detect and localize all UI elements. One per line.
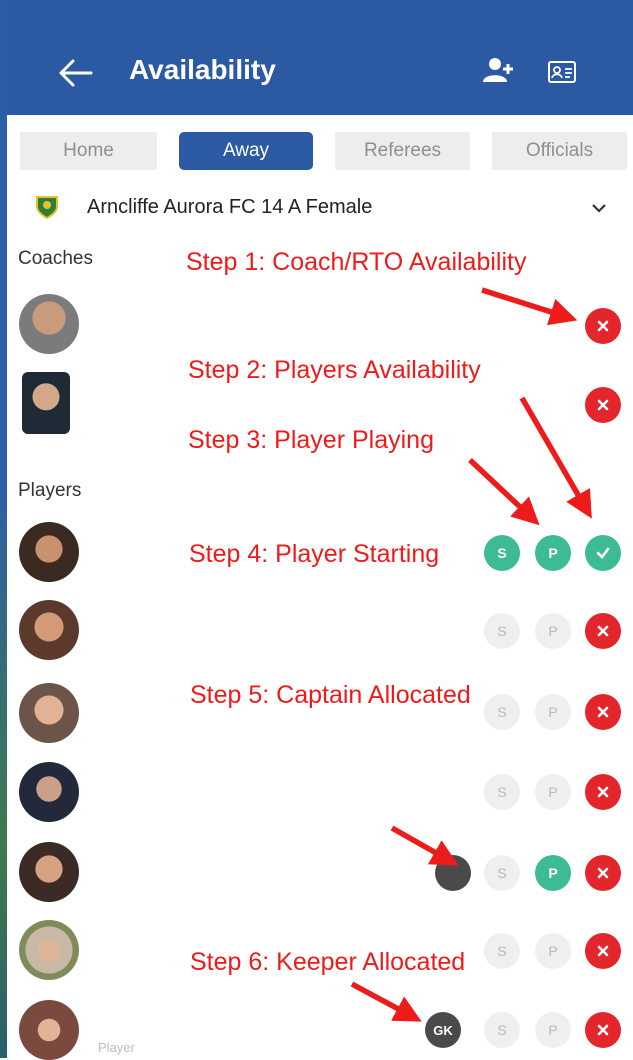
add-person-icon[interactable] (483, 56, 515, 86)
playing-button[interactable]: P (535, 855, 571, 891)
annotation-step-5: Step 5: Captain Allocated (190, 681, 471, 709)
avatar (19, 1000, 79, 1060)
unavailable-button[interactable] (585, 855, 621, 891)
arrow-step-2 (519, 396, 592, 519)
coach-unavailable-button[interactable] (585, 308, 621, 344)
keeper-badge[interactable]: GK (425, 1012, 461, 1048)
starting-button[interactable]: S (484, 855, 520, 891)
annotation-step-3: Step 3: Player Playing (188, 426, 434, 454)
tab-officials[interactable]: Officials (492, 132, 627, 170)
coach-unavailable-button[interactable] (585, 387, 621, 423)
avatar (19, 762, 79, 822)
avatar (19, 522, 79, 582)
tab-bar: Home Away Referees Officials (7, 115, 633, 185)
starting-button[interactable]: S (484, 933, 520, 969)
avatar (19, 683, 79, 743)
avatar (19, 294, 79, 354)
captain-badge[interactable] (435, 855, 471, 891)
starting-button[interactable]: S (484, 694, 520, 730)
playing-button[interactable]: P (535, 933, 571, 969)
arrow-step-1 (481, 287, 578, 326)
arrow-step-3 (468, 457, 540, 526)
tab-referees[interactable]: Referees (335, 132, 470, 170)
playing-button[interactable]: P (535, 613, 571, 649)
left-edge-strip (0, 0, 7, 1058)
playing-button[interactable]: P (535, 1012, 571, 1048)
annotation-step-2: Step 2: Players Availability (188, 356, 481, 384)
tab-home[interactable]: Home (20, 132, 157, 170)
available-button[interactable] (585, 535, 621, 571)
playing-button[interactable]: P (535, 535, 571, 571)
id-card-icon[interactable] (547, 58, 577, 86)
annotation-step-1: Step 1: Coach/RTO Availability (186, 248, 527, 276)
unavailable-button[interactable] (585, 933, 621, 969)
player-role-label: Player (98, 1040, 135, 1055)
team-selector[interactable]: Arncliffe Aurora FC 14 A Female (7, 187, 633, 229)
team-name: Arncliffe Aurora FC 14 A Female (87, 196, 373, 218)
annotation-step-6: Step 6: Keeper Allocated (190, 948, 466, 976)
unavailable-button[interactable] (585, 774, 621, 810)
section-players: Players (18, 480, 82, 501)
starting-button[interactable]: S (484, 535, 520, 571)
starting-button[interactable]: S (484, 613, 520, 649)
avatar (19, 842, 79, 902)
starting-button[interactable]: S (484, 1012, 520, 1048)
avatar (22, 372, 70, 434)
arrow-step-6 (350, 981, 422, 1022)
unavailable-button[interactable] (585, 694, 621, 730)
page-title: Availability (129, 54, 276, 85)
playing-button[interactable]: P (535, 774, 571, 810)
tab-away[interactable]: Away (179, 132, 313, 170)
starting-button[interactable]: S (484, 774, 520, 810)
chevron-down-icon[interactable] (590, 201, 608, 215)
section-coaches: Coaches (18, 248, 93, 269)
back-arrow-icon[interactable] (57, 55, 97, 91)
app-header: Availability (7, 0, 633, 115)
team-crest-icon (34, 195, 60, 220)
avatar (19, 920, 79, 980)
avatar (19, 600, 79, 660)
annotation-step-4: Step 4: Player Starting (189, 540, 440, 568)
playing-button[interactable]: P (535, 694, 571, 730)
unavailable-button[interactable] (585, 1012, 621, 1048)
unavailable-button[interactable] (585, 613, 621, 649)
